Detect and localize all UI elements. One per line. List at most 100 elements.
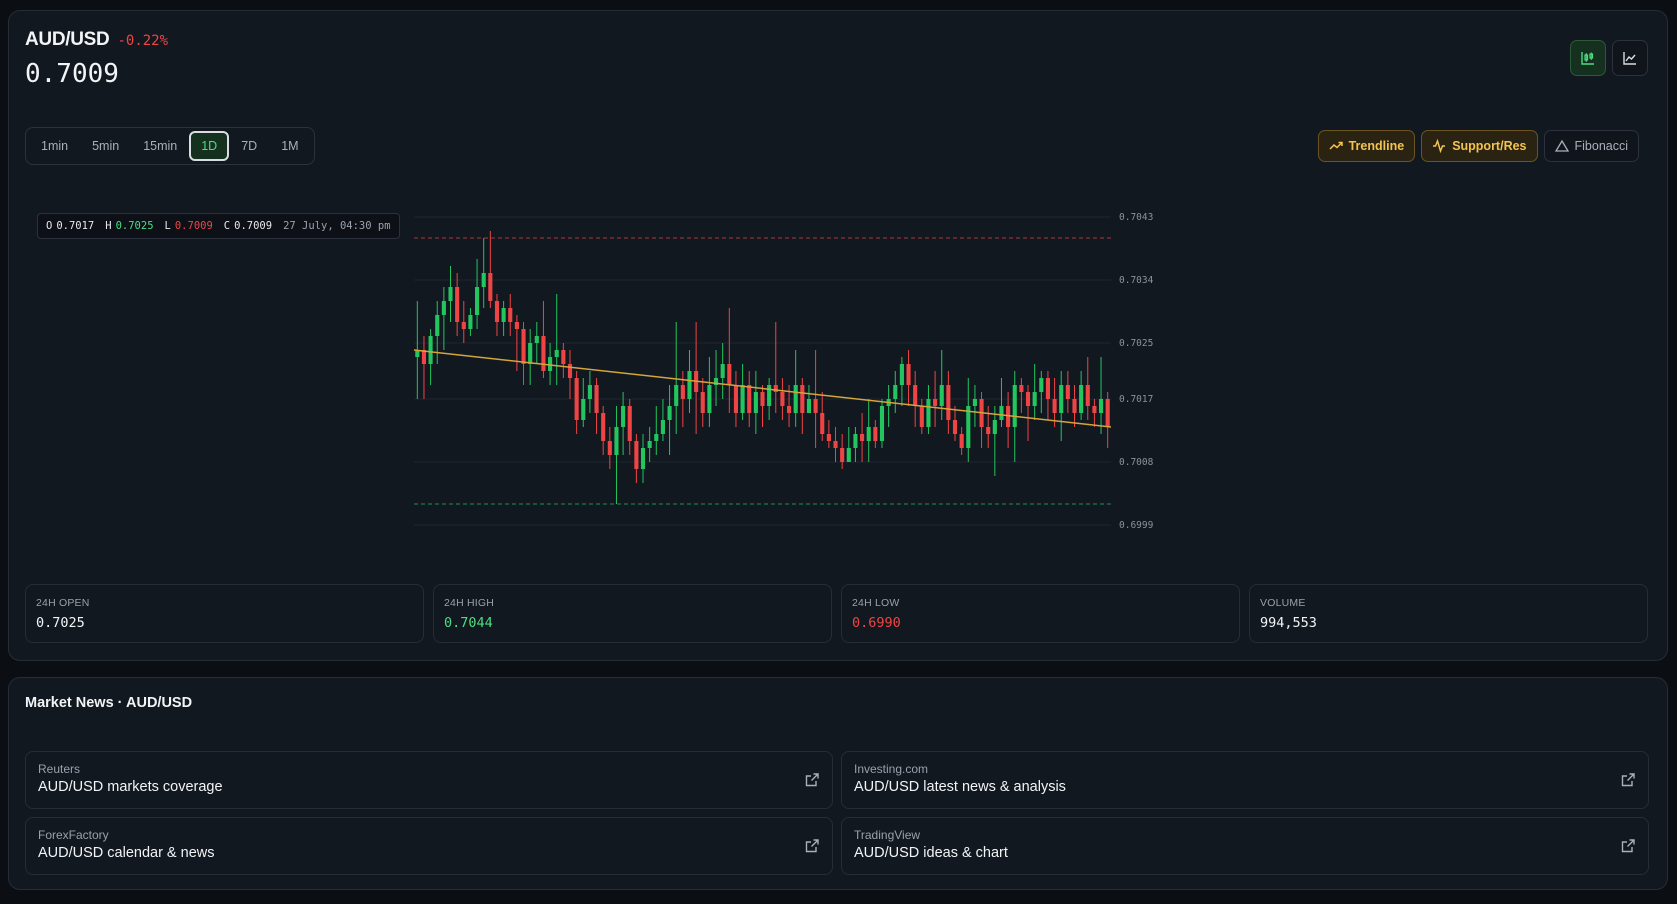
candle-body: [594, 385, 599, 413]
candle-body: [475, 287, 480, 315]
candle-body: [1065, 385, 1070, 399]
candle-body: [680, 385, 685, 399]
candle-body: [607, 441, 612, 455]
candle-body: [959, 434, 964, 448]
candle-body: [760, 392, 765, 406]
candle-body: [820, 413, 825, 434]
candle-body: [640, 448, 646, 469]
candle-body: [707, 385, 712, 413]
candle-body: [793, 385, 798, 413]
candle-body: [435, 315, 440, 336]
stat-label: 24H OPEN: [36, 597, 90, 609]
candle-body: [720, 364, 725, 378]
candle-body: [906, 364, 911, 385]
candle-body: [614, 427, 619, 455]
stat-value: 0.6990: [852, 615, 901, 631]
candle-body: [1098, 399, 1104, 413]
candle-body: [634, 441, 639, 469]
news-item-investing[interactable]: Investing.com AUD/USD latest news & anal…: [841, 751, 1649, 809]
candle-body: [700, 392, 705, 413]
candle-body: [879, 406, 885, 441]
candle-body: [813, 399, 818, 413]
candle-body: [488, 273, 493, 301]
candle-body: [806, 399, 812, 413]
candle-body: [660, 420, 665, 434]
candle-body: [846, 448, 851, 462]
candle-body: [667, 406, 672, 420]
candle-body: [740, 385, 745, 413]
y-tick-label: 0.6999: [1119, 520, 1154, 531]
candle-body: [800, 385, 805, 413]
candle-body: [986, 427, 991, 434]
candle-body: [514, 322, 519, 329]
candle-body: [621, 406, 626, 427]
stat-24h-high: 24H HIGH 0.7044: [433, 584, 832, 643]
market-news-panel: Market News · AUD/USD Reuters AUD/USD ma…: [8, 677, 1668, 890]
stat-value: 0.7044: [444, 615, 493, 631]
candle-body: [952, 420, 958, 434]
candle-body: [455, 287, 460, 322]
candle-body: [1052, 399, 1057, 413]
stat-label: VOLUME: [1260, 597, 1306, 609]
external-link-icon: [805, 839, 819, 853]
candle-body: [939, 385, 944, 406]
candle-body: [992, 420, 997, 434]
candle-body: [840, 448, 845, 462]
stat-label: 24H LOW: [852, 597, 900, 609]
candle-body: [501, 308, 506, 322]
candle-body: [727, 364, 732, 385]
candle-body: [428, 336, 433, 364]
external-link-icon: [1621, 773, 1635, 787]
candle-body: [1085, 385, 1090, 406]
candle-body: [1032, 392, 1037, 406]
candle-body: [421, 350, 427, 364]
candle-body: [521, 329, 526, 364]
news-item-tradingview[interactable]: TradingView AUD/USD ideas & chart: [841, 817, 1649, 875]
candle-body: [933, 399, 938, 406]
candle-body: [561, 350, 566, 364]
candle-body: [747, 385, 752, 413]
candlestick-chart[interactable]: 0.7043 0.7034 0.7025 0.7017 0.7008 0.6999: [9, 11, 1669, 571]
candle-body: [780, 392, 785, 406]
candle-body: [899, 364, 904, 385]
candle-body: [1072, 399, 1077, 413]
news-headline: AUD/USD latest news & analysis: [854, 779, 1066, 795]
news-item-forexfactory[interactable]: ForexFactory AUD/USD calendar & news: [25, 817, 833, 875]
candle-body: [494, 301, 500, 322]
y-tick-label: 0.7043: [1119, 212, 1153, 223]
y-tick-label: 0.7034: [1119, 275, 1154, 286]
news-headline: AUD/USD markets coverage: [38, 779, 223, 795]
candle-body: [1019, 385, 1024, 392]
candle-body: [528, 343, 533, 364]
stat-volume: VOLUME 994,553: [1249, 584, 1648, 643]
candle-body: [860, 434, 865, 441]
candle-body: [1105, 399, 1110, 427]
candle-body: [448, 287, 453, 301]
candle-body: [567, 364, 573, 378]
external-link-icon: [1621, 839, 1635, 853]
candle-body: [853, 434, 858, 448]
candle-body: [534, 336, 539, 343]
y-tick-label: 0.7017: [1119, 394, 1153, 405]
candle-body: [1092, 406, 1097, 413]
news-source: TradingView: [854, 828, 921, 842]
candle-body: [627, 406, 632, 441]
candle-body: [873, 427, 878, 441]
candle-body: [893, 385, 898, 399]
candle-body: [587, 385, 592, 399]
candle-body: [554, 350, 559, 357]
candle-body: [1079, 385, 1084, 413]
candle-body: [946, 385, 951, 420]
candle-body: [1012, 385, 1017, 427]
candle-body: [581, 399, 586, 420]
stat-value: 994,553: [1260, 615, 1317, 631]
candle-body: [461, 322, 466, 329]
candle-body: [926, 399, 931, 427]
candle-body: [913, 385, 918, 406]
y-tick-label: 0.7025: [1119, 338, 1153, 349]
candle-body: [999, 406, 1004, 420]
stat-label: 24H HIGH: [444, 597, 495, 609]
candle-body: [786, 406, 792, 413]
news-item-reuters[interactable]: Reuters AUD/USD markets coverage: [25, 751, 833, 809]
candle-body: [654, 434, 659, 441]
